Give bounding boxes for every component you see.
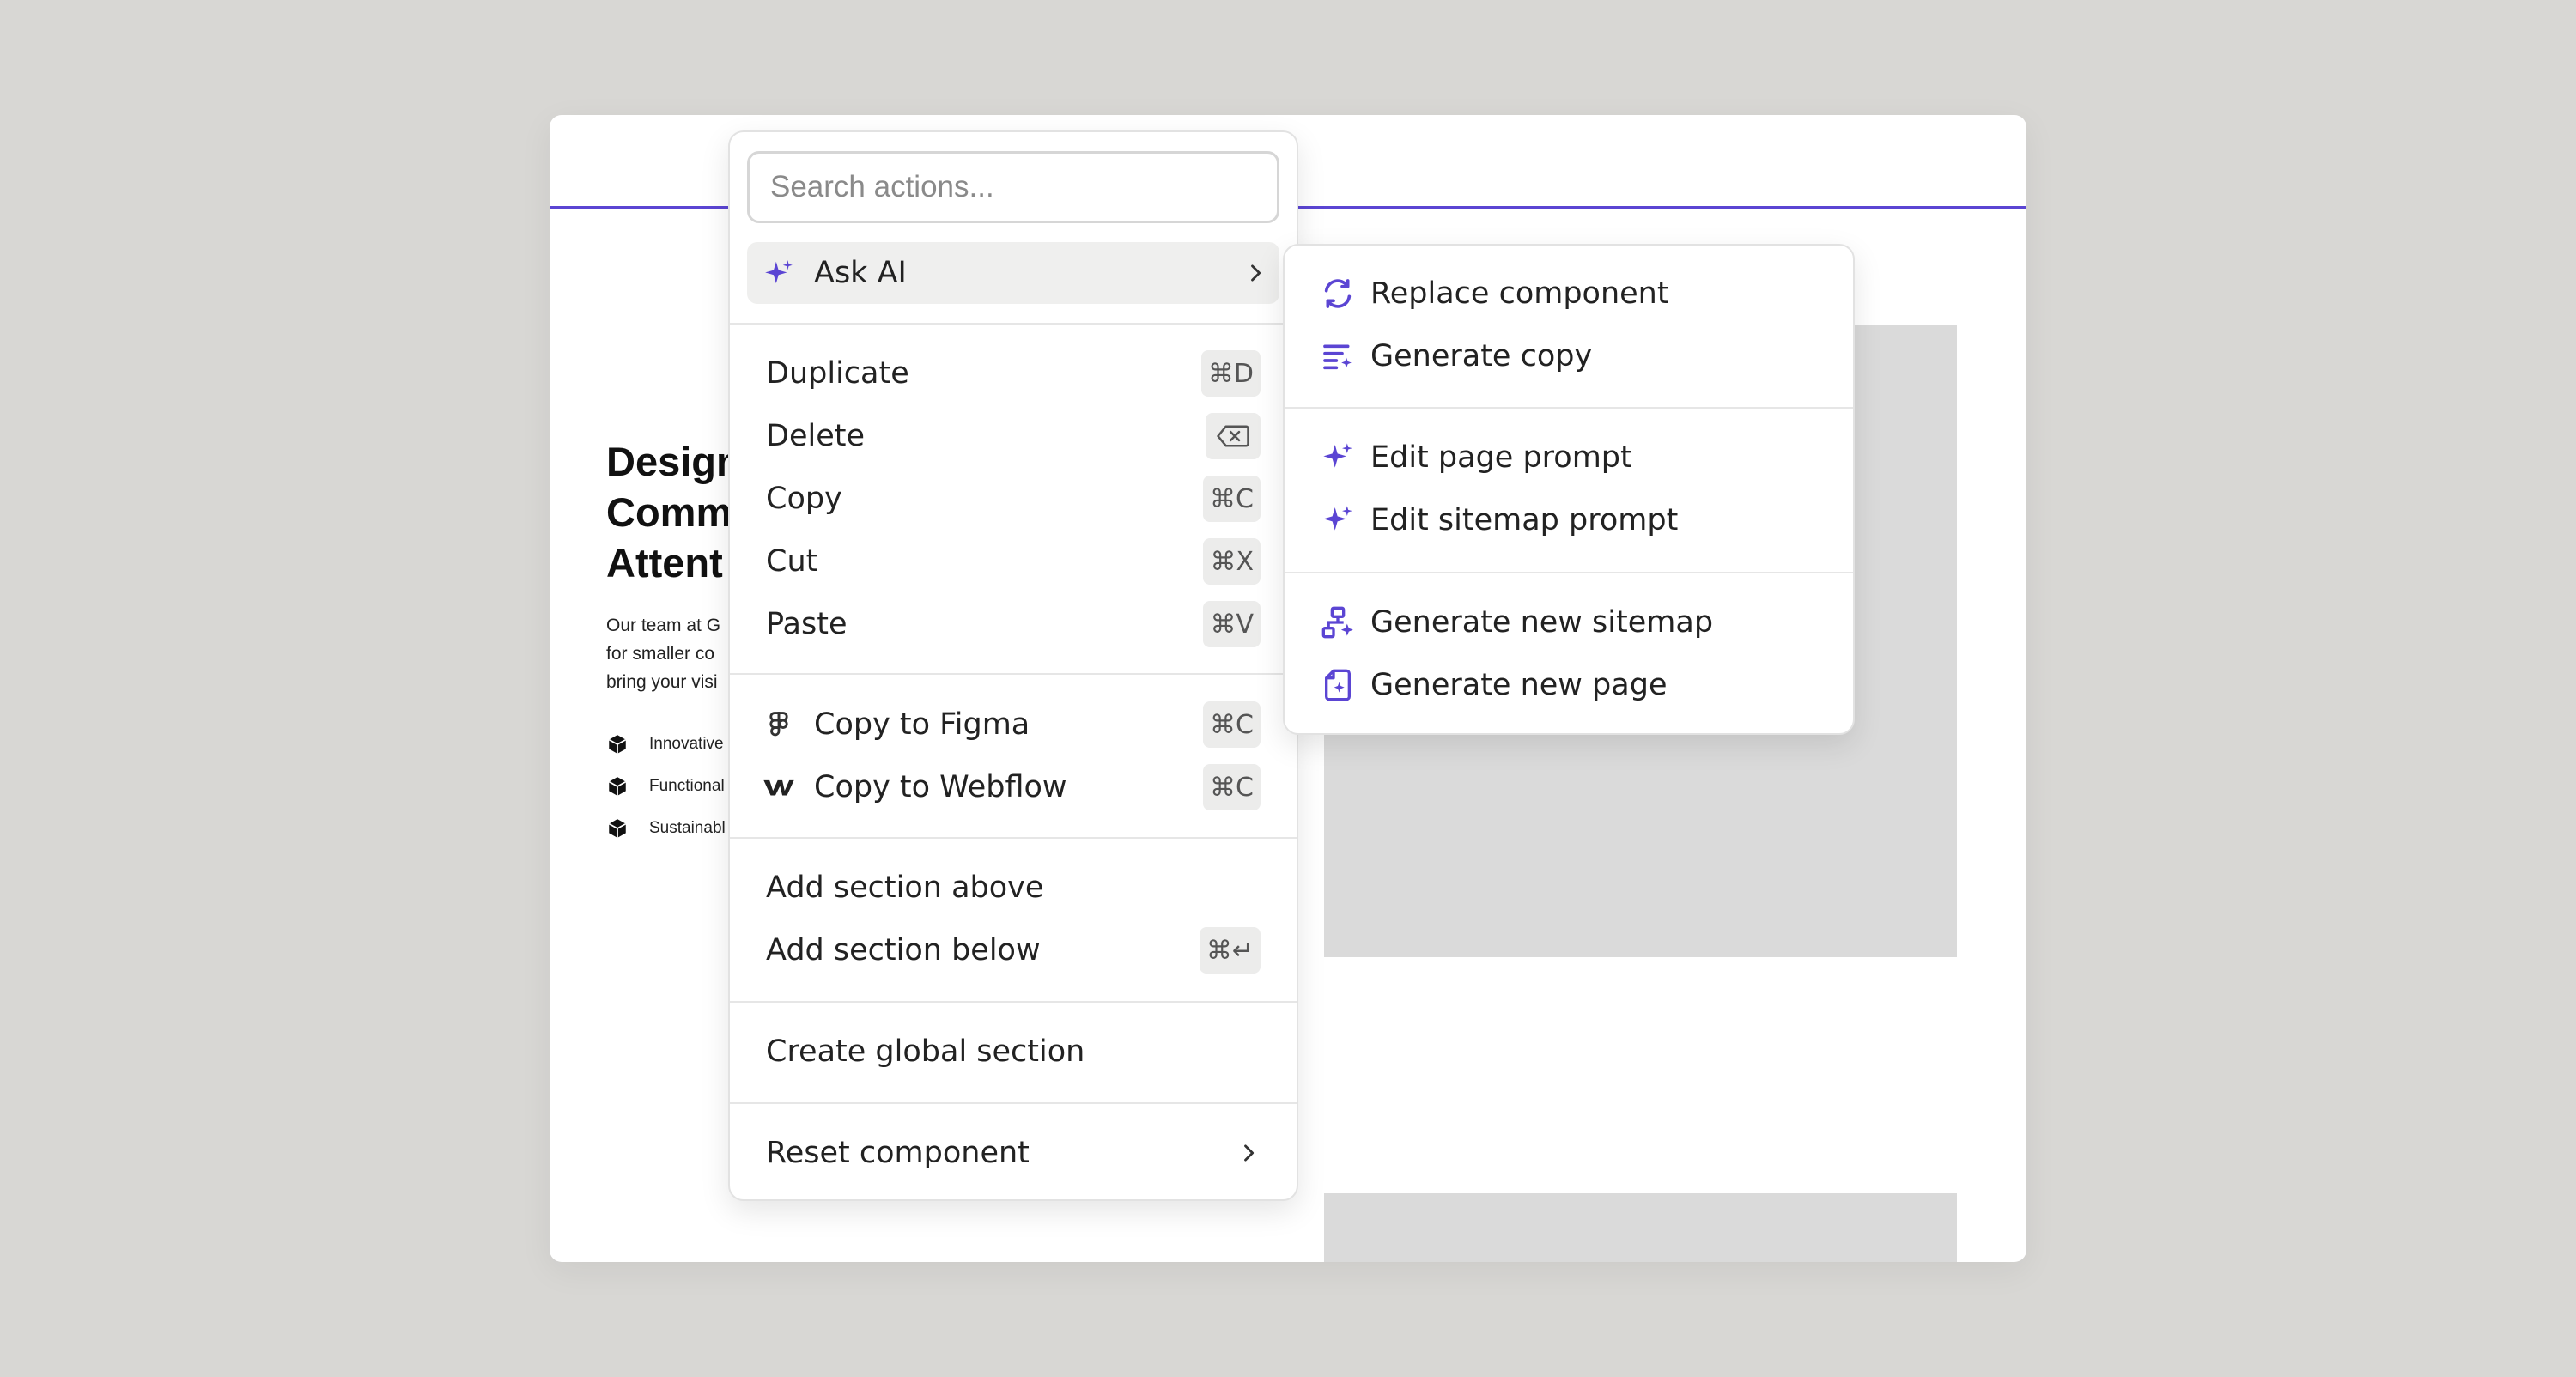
- menu-item-cut[interactable]: Cut ⌘X: [730, 535, 1297, 588]
- menu-item-add-section-below[interactable]: Add section below ⌘↵: [730, 924, 1297, 977]
- submenu-item-label: Edit page prompt: [1370, 440, 1632, 475]
- submenu-divider: [1285, 407, 1853, 409]
- cube-icon: [608, 819, 627, 838]
- menu-item-delete[interactable]: Delete: [730, 409, 1297, 463]
- menu-item-copy[interactable]: Copy ⌘C: [730, 472, 1297, 525]
- feature-item: Innovative: [606, 731, 724, 757]
- submenu-item-label: Replace component: [1370, 276, 1669, 311]
- sparkle-icon: [1323, 443, 1352, 468]
- shortcut-badge: ⌘↵: [1199, 927, 1261, 974]
- shortcut-badge: ⌘V: [1203, 601, 1261, 647]
- menu-item-copy-to-webflow[interactable]: Copy to Webflow ⌘C: [730, 761, 1297, 814]
- feature-label: Functional: [649, 777, 725, 795]
- menu-item-label: Add section above: [766, 870, 1044, 905]
- menu-item-create-global-section[interactable]: Create global section: [730, 1025, 1297, 1078]
- submenu-item-generate-new-sitemap[interactable]: Generate new sitemap: [1285, 596, 1853, 649]
- menu-item-label: Create global section: [766, 1034, 1085, 1069]
- figma-icon: [769, 712, 788, 737]
- backspace-key-icon: [1217, 425, 1249, 447]
- submenu-item-generate-new-page[interactable]: Generate new page: [1285, 658, 1853, 712]
- menu-divider: [730, 673, 1297, 675]
- cube-icon: [608, 777, 627, 796]
- search-actions-input[interactable]: [747, 151, 1279, 223]
- menu-item-label: Duplicate: [766, 356, 909, 391]
- menu-item-ask-ai[interactable]: Ask AI: [747, 242, 1279, 304]
- menu-item-label: Add section below: [766, 933, 1041, 968]
- submenu-item-generate-copy[interactable]: Generate copy: [1285, 330, 1853, 383]
- menu-item-copy-to-figma[interactable]: Copy to Figma ⌘C: [730, 698, 1297, 751]
- chevron-right-icon: [1251, 264, 1261, 282]
- menu-item-label: Reset component: [766, 1136, 1030, 1170]
- menu-item-add-section-above[interactable]: Add section above: [730, 861, 1297, 914]
- menu-item-reset-component[interactable]: Reset component: [730, 1126, 1297, 1180]
- menu-item-label: Copy to Figma: [814, 707, 1030, 742]
- webflow-icon: [763, 779, 794, 796]
- submenu-item-label: Generate new page: [1370, 668, 1668, 702]
- menu-divider: [730, 837, 1297, 839]
- menu-item-paste[interactable]: Paste ⌘V: [730, 598, 1297, 651]
- submenu-item-label: Generate new sitemap: [1370, 605, 1714, 640]
- sparkle-icon: [1323, 506, 1352, 531]
- shortcut-badge: ⌘C: [1203, 701, 1261, 748]
- submenu-item-label: Edit sitemap prompt: [1370, 503, 1679, 537]
- shortcut-badge: ⌘C: [1203, 764, 1261, 810]
- ask-ai-submenu: Replace component Generate copy Edit pag…: [1283, 244, 1855, 735]
- submenu-item-label: Generate copy: [1370, 339, 1593, 373]
- shortcut-badge: ⌘C: [1203, 476, 1261, 522]
- menu-divider: [730, 1102, 1297, 1104]
- cube-icon: [608, 735, 627, 754]
- shortcut-badge: ⌘D: [1200, 350, 1261, 397]
- menu-divider: [730, 1001, 1297, 1003]
- submenu-divider: [1285, 572, 1853, 573]
- menu-item-label: Delete: [766, 419, 865, 453]
- context-menu: Ask AI Duplicate ⌘D Delete Copy ⌘C Cut ⌘…: [728, 130, 1298, 1201]
- chevron-right-icon: [1244, 1144, 1255, 1162]
- submenu-item-edit-page-prompt[interactable]: Edit page prompt: [1285, 431, 1853, 484]
- shortcut-badge: ⌘X: [1203, 538, 1261, 585]
- menu-item-label: Copy: [766, 482, 842, 516]
- sitemap-icon: [1321, 606, 1353, 639]
- menu-item-label: Cut: [766, 544, 818, 579]
- shortcut-badge: [1206, 413, 1261, 459]
- new-page-icon: [1325, 669, 1351, 701]
- menu-divider: [730, 323, 1297, 325]
- menu-item-label: Copy to Webflow: [814, 770, 1067, 804]
- feature-label: Sustainabl: [649, 819, 726, 837]
- feature-label: Innovative: [649, 735, 724, 753]
- feature-item: Functional: [606, 773, 725, 799]
- feature-item: Sustainabl: [606, 816, 726, 841]
- menu-item-duplicate[interactable]: Duplicate ⌘D: [730, 347, 1297, 400]
- menu-item-label: Ask AI: [814, 256, 907, 290]
- text-sparkle-icon: [1323, 344, 1352, 370]
- submenu-item-replace-component[interactable]: Replace component: [1285, 267, 1853, 320]
- image-placeholder: [1324, 1193, 1957, 1262]
- menu-item-label: Paste: [766, 607, 848, 641]
- sparkle-icon: [765, 260, 793, 284]
- replace-cycle-icon: [1324, 279, 1352, 308]
- submenu-item-edit-sitemap-prompt[interactable]: Edit sitemap prompt: [1285, 494, 1853, 547]
